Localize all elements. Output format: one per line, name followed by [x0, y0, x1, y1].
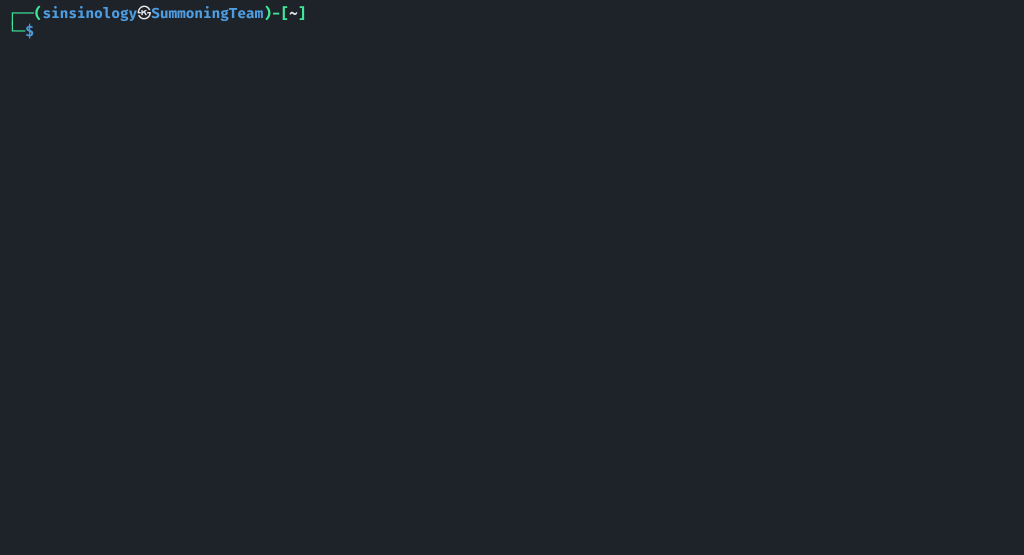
prompt-line-2: └─$ — [8, 24, 1016, 42]
dash: - — [272, 6, 281, 23]
prompt-line-1: ┌──(sinsinology㉿SummoningTeam)-[~] — [8, 6, 1016, 24]
command-input[interactable] — [34, 24, 43, 41]
bracket-close: ] — [298, 6, 307, 23]
prompt-cwd: ~ — [289, 6, 298, 23]
box-bottom-corner: └─ — [8, 24, 25, 41]
bracket-open: [ — [281, 6, 290, 23]
prompt-symbol: $ — [25, 24, 34, 41]
prompt-user: sinsinology — [42, 6, 137, 23]
prompt-host: SummoningTeam — [151, 6, 263, 23]
box-top-corner: ┌── — [8, 6, 34, 23]
skull-icon: ㉿ — [137, 6, 151, 23]
paren-close: ) — [263, 6, 272, 23]
